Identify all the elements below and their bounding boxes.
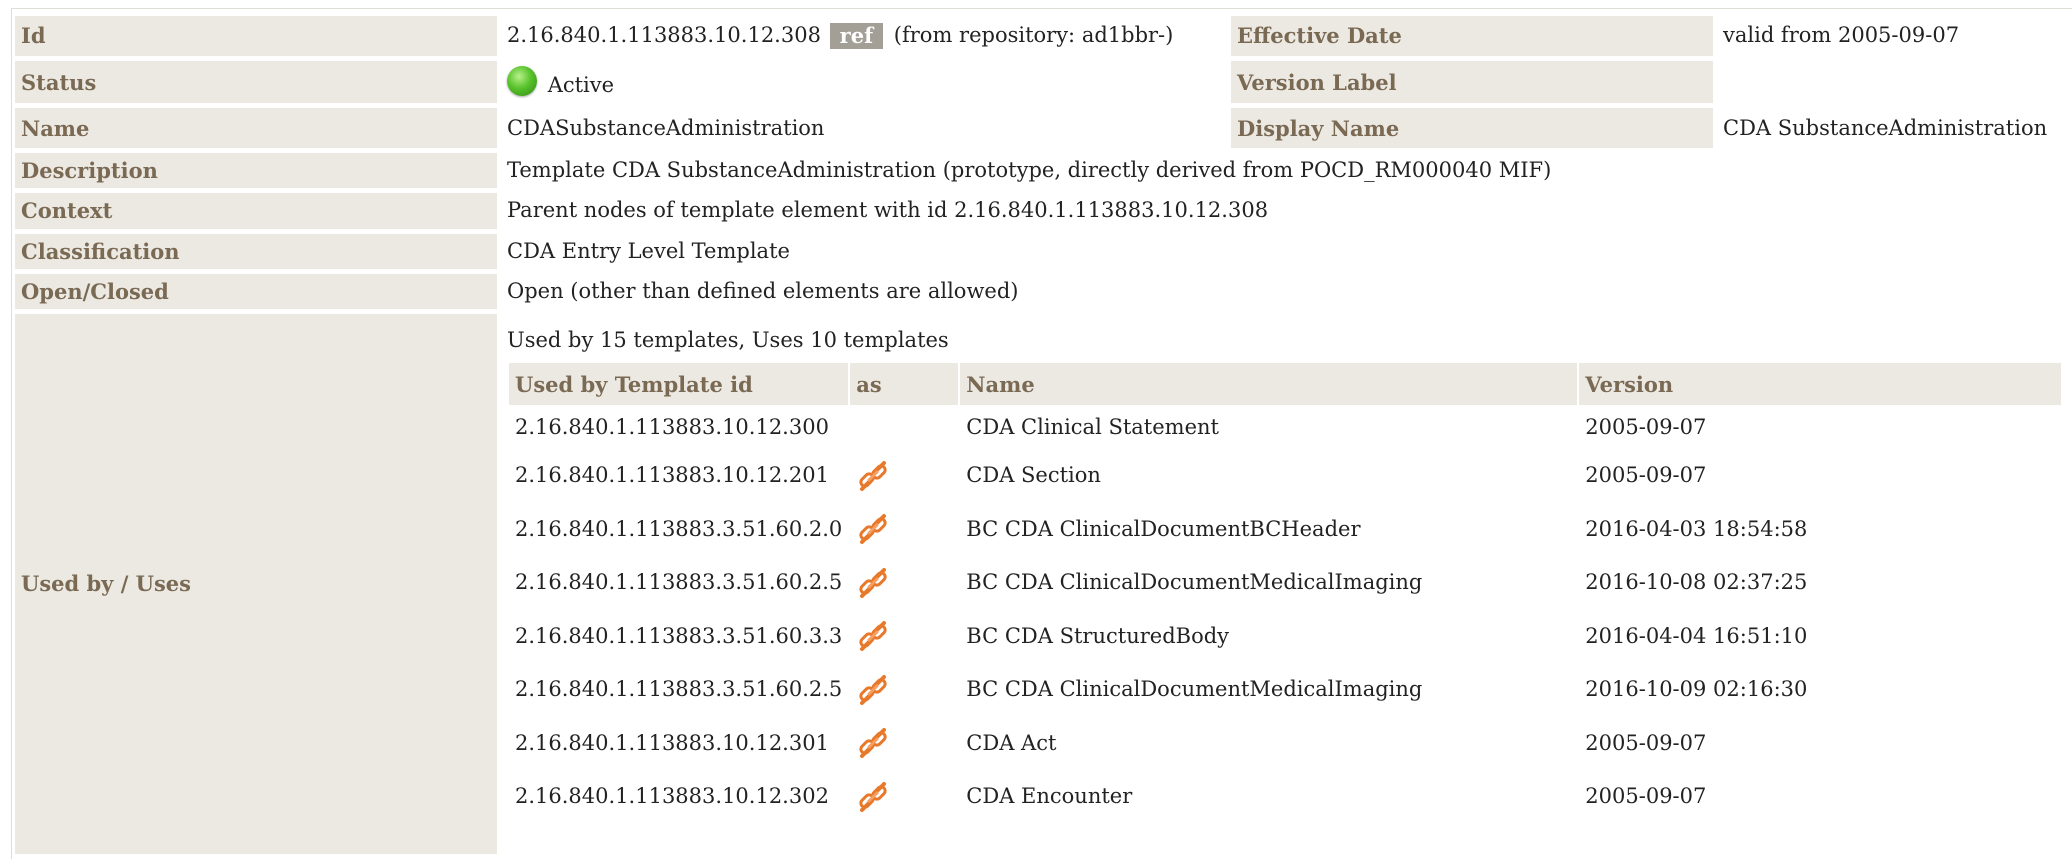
template-version-cell: 2016-04-03 18:54:58	[1585, 516, 1808, 541]
as-cell	[850, 770, 958, 824]
link-icon[interactable]	[856, 459, 890, 493]
id-label: Id	[15, 16, 497, 56]
template-id-cell[interactable]: 2.16.840.1.113883.3.51.60.2.5	[509, 556, 848, 610]
template-id-cell[interactable]: 2.16.840.1.113883.10.12.302	[509, 770, 848, 824]
template-details-table: Id 2.16.840.1.113883.10.12.308 ref (from…	[11, 11, 2072, 859]
template-id-cell[interactable]: 2.16.840.1.113883.3.51.60.3.3	[509, 610, 848, 664]
as-cell	[850, 717, 958, 771]
display-name-value: CDA SubstanceAdministration	[1717, 108, 2072, 149]
open-closed-value: Open (other than defined elements are al…	[501, 273, 2072, 309]
repository-text: (from repository: ad1bbr-)	[893, 22, 1174, 47]
as-cell	[850, 556, 958, 610]
context-label: Context	[15, 193, 497, 229]
link-icon[interactable]	[856, 512, 890, 546]
template-id-cell[interactable]: 2.16.840.1.113883.3.51.60.2.5	[509, 663, 848, 717]
used-by-label: Used by / Uses	[15, 313, 497, 854]
name-label: Name	[15, 108, 497, 149]
column-header-as[interactable]: as	[850, 363, 959, 406]
row-classification: Classification CDA Entry Level Template	[15, 233, 2072, 269]
as-cell	[850, 610, 958, 664]
as-cell	[850, 449, 958, 503]
effective-date-value: valid from 2005-09-07	[1717, 16, 2072, 56]
used-by-summary: Used by 15 templates, Uses 10 templates	[507, 327, 949, 352]
template-version-cell: 2016-10-09 02:16:30	[1585, 677, 1808, 702]
column-header-version[interactable]: Version	[1579, 363, 2061, 406]
table-row[interactable]: 2.16.840.1.113883.10.12.301 CDA Act 2005-0…	[509, 717, 2061, 771]
open-closed-label: Open/Closed	[15, 273, 497, 309]
description-value: Template CDA SubstanceAdministration (pr…	[501, 153, 2072, 189]
display-name-label: Display Name	[1231, 108, 1713, 149]
table-row[interactable]: 2.16.840.1.113883.3.51.60.2.5 BC CDA Clin…	[509, 663, 2061, 717]
row-context: Context Parent nodes of template element…	[15, 193, 2072, 229]
as-cell	[850, 503, 958, 557]
template-id-cell[interactable]: 2.16.840.1.113883.10.12.301	[509, 717, 848, 771]
used-by-header-row: Used by Template id as Name Version	[509, 363, 2061, 406]
template-name-cell: BC CDA StructuredBody	[966, 623, 1230, 648]
context-value: Parent nodes of template element with id…	[501, 193, 2072, 229]
template-name-cell: CDA Section	[966, 463, 1101, 488]
row-open-closed: Open/Closed Open (other than defined ele…	[15, 273, 2072, 309]
link-icon[interactable]	[856, 619, 890, 653]
template-name-cell: BC CDA ClinicalDocumentBCHeader	[966, 516, 1361, 541]
as-cell	[850, 663, 958, 717]
id-value: 2.16.840.1.113883.10.12.308	[507, 22, 821, 47]
template-name-cell: CDA Act	[966, 730, 1057, 755]
column-header-template-id[interactable]: Used by Template id	[509, 363, 849, 406]
table-row[interactable]: 2.16.840.1.113883.3.51.60.2.5 BC CDA Clin…	[509, 556, 2061, 610]
id-value-cell: 2.16.840.1.113883.10.12.308 ref (from re…	[501, 16, 1227, 56]
row-status: Status Active Version Label	[15, 61, 2072, 104]
effective-date-label: Effective Date	[1231, 16, 1713, 56]
description-label: Description	[15, 153, 497, 189]
as-cell	[850, 405, 958, 449]
template-version-cell: 2005-09-07	[1585, 463, 1707, 488]
table-row[interactable]: 2.16.840.1.113883.3.51.60.2.0 BC CDA Clin…	[509, 503, 2061, 557]
link-icon[interactable]	[856, 780, 890, 814]
ref-badge[interactable]: ref	[829, 23, 884, 50]
name-value: CDASubstanceAdministration	[501, 108, 1227, 149]
template-version-cell: 2016-10-08 02:37:25	[1585, 570, 1808, 595]
status-value-cell: Active	[501, 61, 1227, 104]
version-label-value	[1717, 61, 2072, 104]
classification-label: Classification	[15, 233, 497, 269]
row-description: Description Template CDA SubstanceAdmini…	[15, 153, 2072, 189]
row-name: Name CDASubstanceAdministration Display …	[15, 108, 2072, 149]
template-id-cell[interactable]: 2.16.840.1.113883.10.12.201	[509, 449, 848, 503]
status-label: Status	[15, 61, 497, 104]
classification-value: CDA Entry Level Template	[501, 233, 2072, 269]
used-by-rows: 2.16.840.1.113883.10.12.300 CDA Clinical …	[509, 405, 2061, 824]
used-by-table: Used by Template id as Name Version 2.16…	[507, 363, 2063, 824]
link-icon[interactable]	[856, 673, 890, 707]
table-row[interactable]: 2.16.840.1.113883.10.12.300 CDA Clinical …	[509, 405, 2061, 449]
table-row[interactable]: 2.16.840.1.113883.10.12.302 CDA Encounter…	[509, 770, 2061, 824]
template-version-cell: 2016-04-04 16:51:10	[1585, 623, 1808, 648]
version-label-label: Version Label	[1231, 61, 1713, 104]
column-header-name[interactable]: Name	[960, 363, 1578, 406]
status-value: Active	[547, 73, 615, 97]
link-icon[interactable]	[856, 726, 890, 760]
template-version-cell: 2005-09-07	[1585, 730, 1707, 755]
status-active-icon	[507, 66, 537, 96]
template-name-cell: CDA Encounter	[966, 784, 1133, 809]
template-id-cell[interactable]: 2.16.840.1.113883.3.51.60.2.0	[509, 503, 848, 557]
row-id: Id 2.16.840.1.113883.10.12.308 ref (from…	[15, 16, 2072, 56]
template-name-cell: BC CDA ClinicalDocumentMedicalImaging	[966, 570, 1423, 595]
table-row[interactable]: 2.16.840.1.113883.10.12.201 CDA Section 20…	[509, 449, 2061, 503]
used-by-cell: Used by 15 templates, Uses 10 templates …	[501, 313, 2072, 854]
template-name-cell: CDA Clinical Statement	[966, 414, 1219, 439]
template-version-cell: 2005-09-07	[1585, 414, 1707, 439]
table-row[interactable]: 2.16.840.1.113883.3.51.60.3.3 BC CDA Stru…	[509, 610, 2061, 664]
template-name-cell: BC CDA ClinicalDocumentMedicalImaging	[966, 677, 1423, 702]
template-id-cell[interactable]: 2.16.840.1.113883.10.12.300	[509, 405, 848, 449]
template-version-cell: 2005-09-07	[1585, 784, 1707, 809]
template-details-panel: Id 2.16.840.1.113883.10.12.308 ref (from…	[11, 8, 2072, 859]
link-icon[interactable]	[856, 566, 890, 600]
row-used-by: Used by / Uses Used by 15 templates, Use…	[15, 313, 2072, 854]
